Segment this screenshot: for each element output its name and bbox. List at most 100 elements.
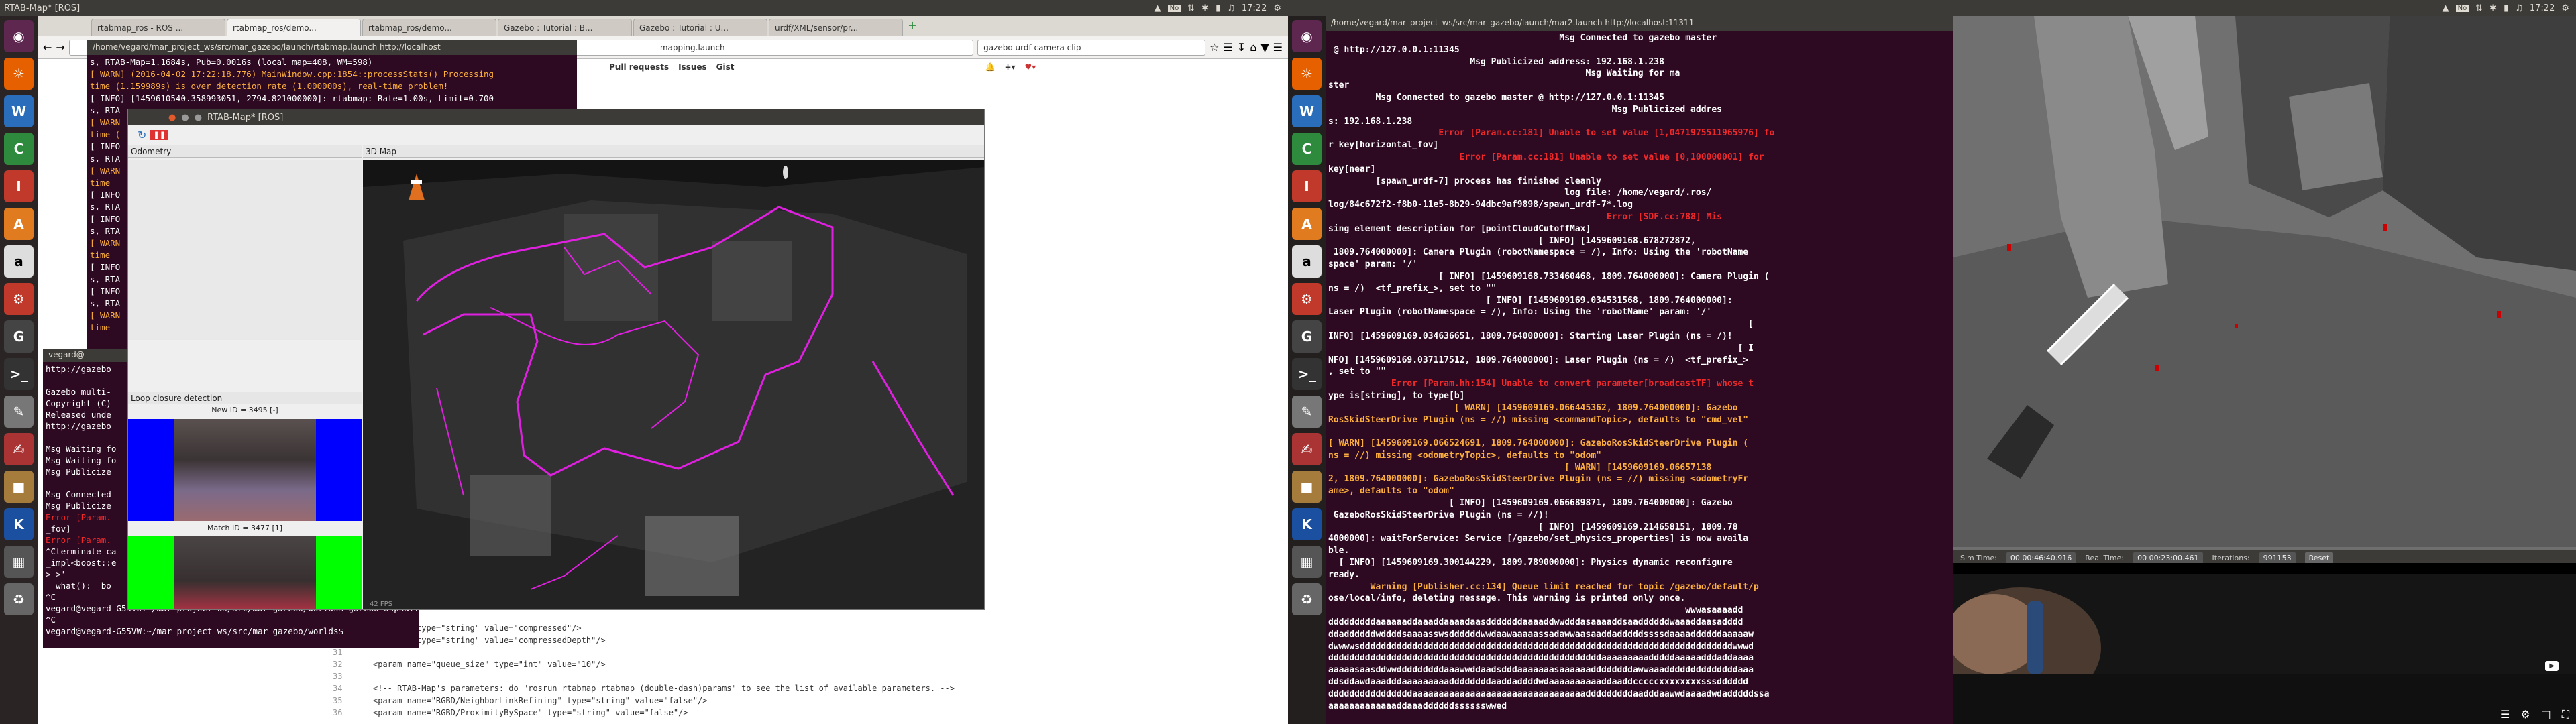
gedit-icon[interactable]: ✍: [4, 433, 34, 465]
browser-tab[interactable]: Gazebo : Tutorial : B...: [498, 19, 632, 36]
close-icon[interactable]: ●: [168, 113, 176, 123]
downloads-icon[interactable]: ↧: [1237, 41, 1246, 54]
system-settings-icon[interactable]: ⚙: [4, 283, 34, 315]
package-icon[interactable]: ■: [1292, 471, 1322, 503]
system-settings-icon[interactable]: ⚙: [1292, 283, 1322, 315]
terminal-line: key[near]: [1328, 164, 1376, 174]
bluetooth-icon[interactable]: ✱: [2489, 3, 2497, 13]
bluetooth-icon[interactable]: ✱: [1201, 3, 1209, 13]
rtabmap-toolbar: ↻ ❚❚: [128, 125, 984, 145]
menu-icon[interactable]: ☰: [1273, 41, 1283, 54]
keyboard-layout-icon[interactable]: No: [2455, 4, 2469, 12]
code-view: ansport" type="string" value="compressed…: [333, 622, 1272, 723]
cc-icon[interactable]: ☰: [2500, 708, 2510, 721]
gh-link[interactable]: Gist: [716, 62, 735, 72]
volume-icon[interactable]: ♫: [2515, 3, 2523, 13]
volume-icon[interactable]: ♫: [1227, 3, 1235, 13]
back-icon[interactable]: ←: [43, 41, 52, 54]
terminal-line: ready.: [1328, 569, 1360, 580]
firefox-icon[interactable]: ☼: [4, 58, 34, 90]
trash-icon[interactable]: ♻: [4, 583, 34, 615]
pocket-icon[interactable]: ▼: [1260, 41, 1269, 54]
text-editor-icon[interactable]: ✎: [4, 396, 34, 428]
settings-icon[interactable]: ⚙: [2520, 708, 2530, 721]
software-center-icon[interactable]: A: [1292, 208, 1322, 240]
dropbox-icon[interactable]: ▲: [1155, 3, 1161, 13]
reset-button[interactable]: Reset: [2304, 552, 2334, 563]
keyboard-layout-icon[interactable]: No: [1167, 4, 1181, 12]
plus-icon[interactable]: +▾: [1004, 62, 1015, 72]
fullscreen-icon[interactable]: ⛶: [2562, 708, 2569, 721]
new-tab-button[interactable]: +: [904, 19, 920, 36]
terminal-line: r key[horizontal_fov]: [1328, 140, 1439, 151]
bell-icon[interactable]: 🔔: [985, 62, 996, 72]
workspace-switcher-icon[interactable]: ▦: [1292, 546, 1322, 578]
terminal-line: ype is[string], to type[b]: [1328, 390, 1465, 401]
settings-gear-icon[interactable]: ⚙: [2561, 3, 2569, 13]
reading-list-icon[interactable]: ☰: [1223, 41, 1232, 54]
workspace-switcher-icon[interactable]: ▦: [4, 546, 34, 578]
ubuntu-dash-icon[interactable]: ◉: [1292, 20, 1322, 52]
minimize-icon[interactable]: ●: [181, 113, 189, 123]
battery-icon[interactable]: ▮: [1216, 3, 1220, 13]
gedit-icon[interactable]: ✍: [1292, 433, 1322, 465]
terminal-line: [ INFO] [1459609169.066689871, 1809.7640…: [1328, 498, 1733, 509]
calc-icon[interactable]: C: [4, 133, 34, 165]
browser-tab[interactable]: Gazebo : Tutorial : U...: [633, 19, 767, 36]
text-editor-icon[interactable]: ✎: [1292, 396, 1322, 428]
ide-icon[interactable]: K: [4, 508, 34, 540]
refresh-icon[interactable]: ↻: [138, 129, 146, 141]
maximize-icon[interactable]: ●: [195, 113, 202, 123]
clock[interactable]: 17:22: [1242, 3, 1267, 13]
network-icon[interactable]: ⇅: [1187, 3, 1195, 13]
gh-link[interactable]: Pull requests: [609, 62, 669, 72]
line-number: 33: [333, 672, 343, 681]
browser-tab[interactable]: rtabmap_ros - ROS ...: [91, 19, 225, 36]
gazebo-icon[interactable]: G: [4, 320, 34, 353]
gazebo-time-bar: Sim Time: 00 00:46:40.916 Real Time: 00 …: [1953, 550, 2576, 563]
firefox-icon[interactable]: ☼: [1292, 58, 1322, 90]
trash-icon[interactable]: ♻: [1292, 583, 1322, 615]
line-number: 31: [333, 648, 343, 657]
impress-icon[interactable]: I: [1292, 170, 1322, 202]
ubuntu-dash-icon[interactable]: ◉: [4, 20, 34, 52]
clock[interactable]: 17:22: [2530, 3, 2555, 13]
writer-icon[interactable]: W: [4, 95, 34, 127]
package-icon[interactable]: ■: [4, 471, 34, 503]
youtube-logo-icon[interactable]: ▶: [2545, 661, 2559, 671]
map3d-view[interactable]: 42 FPS: [363, 160, 984, 609]
ide-icon[interactable]: K: [1292, 508, 1322, 540]
browser-tab[interactable]: rtabmap_ros/demo...: [227, 19, 361, 36]
software-center-icon[interactable]: A: [4, 208, 34, 240]
forward-icon[interactable]: →: [56, 41, 64, 54]
avatar[interactable]: ♥▾: [1025, 62, 1036, 72]
odometry-panel: Odometry Loop closure detection New ID =…: [128, 145, 362, 609]
terminal-line: log file: /home/vegard/.ros/: [1328, 188, 1712, 198]
terminal-line: [ I: [1328, 343, 1754, 353]
battery-icon[interactable]: ▮: [2504, 3, 2508, 13]
terminal-icon[interactable]: >_: [4, 358, 34, 390]
terminal-line: [ INFO] [1459609169.300144229, 1809.7890…: [1328, 558, 1733, 568]
writer-icon[interactable]: W: [1292, 95, 1322, 127]
network-icon[interactable]: ⇅: [2475, 3, 2483, 13]
pause-icon[interactable]: ❚❚: [150, 130, 168, 140]
calc-icon[interactable]: C: [1292, 133, 1322, 165]
gazebo-icon[interactable]: G: [1292, 320, 1322, 353]
terminal-line: [ WARN] [1459609169.066445362, 1809.7640…: [1328, 402, 1738, 413]
terminal-line: wwwasaaaadd: [1328, 605, 1743, 616]
gazebo-scene[interactable]: [1953, 16, 2576, 547]
search-field[interactable]: gazebo urdf camera clip: [977, 39, 1206, 56]
browser-tab[interactable]: urdf/XML/sensor/pr...: [769, 19, 903, 36]
terminal-icon[interactable]: >_: [1292, 358, 1322, 390]
star-icon[interactable]: ☆: [1210, 41, 1219, 54]
settings-gear-icon[interactable]: ⚙: [1273, 3, 1281, 13]
pip-icon[interactable]: □: [2541, 708, 2551, 721]
amazon-icon[interactable]: a: [1292, 245, 1322, 278]
terminal-line: [spawn_urdf-7] process has finished clea…: [1328, 176, 1601, 186]
impress-icon[interactable]: I: [4, 170, 34, 202]
home-icon[interactable]: ⌂: [1250, 41, 1256, 54]
dropbox-icon[interactable]: ▲: [2443, 3, 2449, 13]
gh-link[interactable]: Issues: [678, 62, 707, 72]
browser-tab[interactable]: rtabmap_ros/demo...: [362, 19, 496, 36]
amazon-icon[interactable]: a: [4, 245, 34, 278]
